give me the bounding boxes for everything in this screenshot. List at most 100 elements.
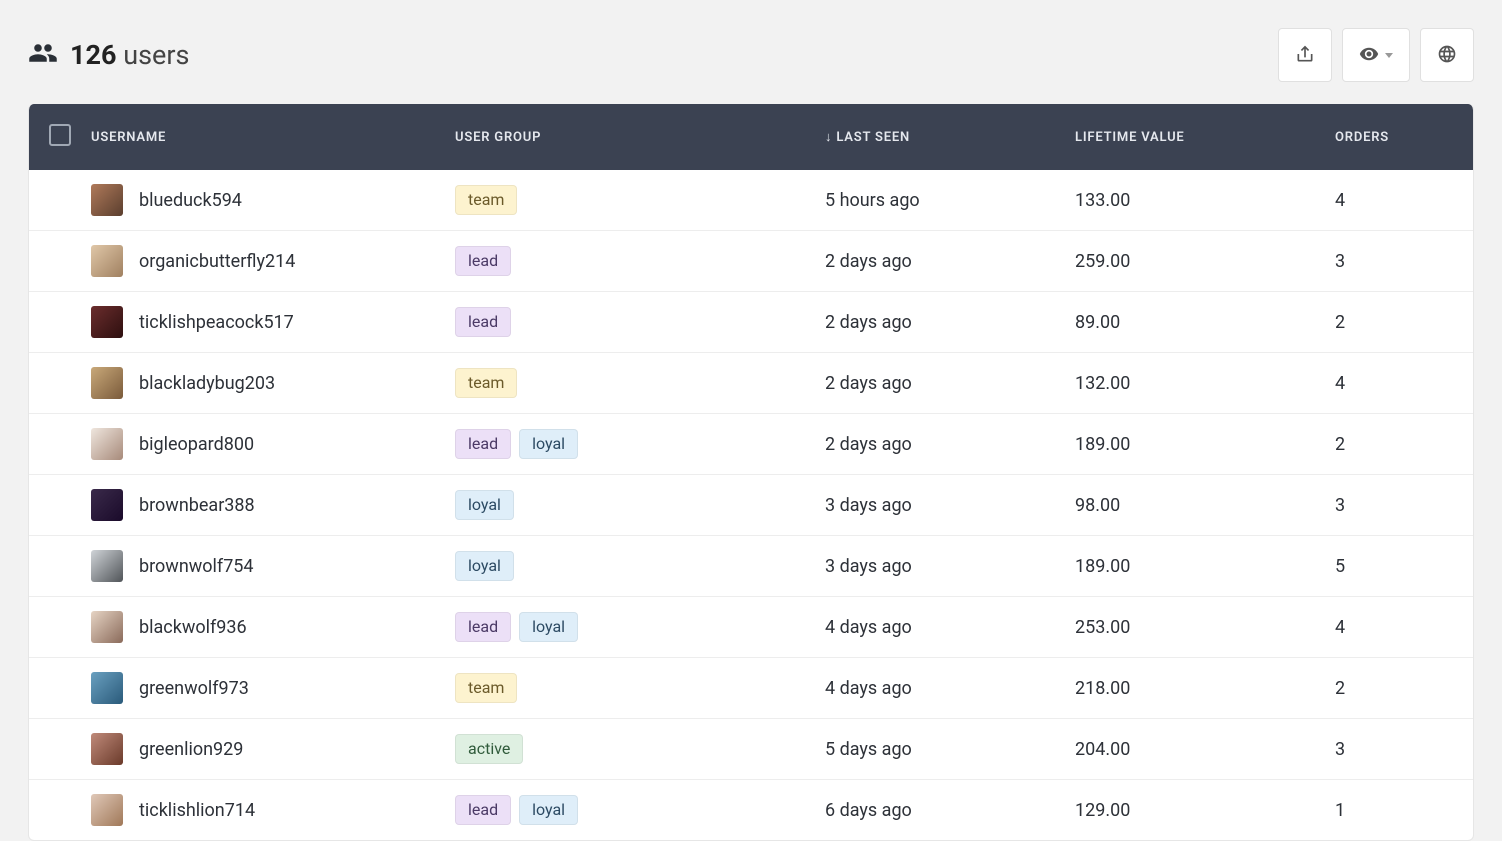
- user-group-cell: active: [441, 719, 811, 780]
- row-checkbox-cell: [29, 780, 91, 841]
- eye-icon: [1359, 44, 1379, 67]
- table-row[interactable]: ticklishlion714 lead loyal 6 days ago129.00…: [29, 780, 1473, 841]
- username-cell: ticklishlion714: [91, 780, 441, 841]
- username-text: blackladybug203: [139, 373, 275, 394]
- username-cell: brownwolf754: [91, 536, 441, 597]
- username-cell: blackladybug203: [91, 353, 441, 414]
- row-checkbox-cell: [29, 292, 91, 353]
- orders-cell: 2: [1321, 292, 1473, 353]
- avatar: [91, 489, 123, 521]
- username-text: ticklishpeacock517: [139, 312, 294, 333]
- username-text: blueduck594: [139, 190, 242, 211]
- username-cell: ticklishpeacock517: [91, 292, 441, 353]
- table-row[interactable]: blueduck594 team5 hours ago133.004: [29, 170, 1473, 231]
- users-table-container: USERNAME USER GROUP ↓LAST SEEN LIFETIME …: [28, 104, 1474, 841]
- lifetime-value-cell: 133.00: [1061, 170, 1321, 231]
- page-title-block: 126 users: [28, 38, 189, 72]
- table-row[interactable]: brownbear388loyal3 days ago98.003: [29, 475, 1473, 536]
- username-cell: greenwolf973: [91, 658, 441, 719]
- last-seen-cell: 4 days ago: [811, 597, 1061, 658]
- user-group-cell: lead: [441, 292, 811, 353]
- last-seen-cell: 3 days ago: [811, 475, 1061, 536]
- tag-lead: lead: [455, 307, 511, 336]
- tag-team: team: [455, 368, 517, 397]
- username-cell: brownbear388: [91, 475, 441, 536]
- orders-cell: 4: [1321, 170, 1473, 231]
- column-lifetime-value[interactable]: LIFETIME VALUE: [1061, 104, 1321, 170]
- row-checkbox-cell: [29, 475, 91, 536]
- user-group-cell: loyal: [441, 536, 811, 597]
- tag-loyal: loyal: [519, 795, 578, 824]
- username-text: greenlion929: [139, 739, 243, 760]
- table-row[interactable]: blackwolf936leadloyal4 days ago253.004: [29, 597, 1473, 658]
- lifetime-value-cell: 189.00: [1061, 536, 1321, 597]
- row-checkbox-cell: [29, 353, 91, 414]
- table-row[interactable]: greenwolf973team4 days ago218.002: [29, 658, 1473, 719]
- export-button[interactable]: [1278, 28, 1332, 82]
- column-username[interactable]: USERNAME: [91, 104, 441, 170]
- username-text: blackwolf936: [139, 617, 247, 638]
- column-username-label: USERNAME: [91, 130, 166, 145]
- table-row[interactable]: blackladybug203team2 days ago132.004: [29, 353, 1473, 414]
- column-orders[interactable]: ORDERS: [1321, 104, 1473, 170]
- last-seen-cell: 2 days ago: [811, 353, 1061, 414]
- user-group-cell: lead loyal: [441, 780, 811, 841]
- last-seen-cell: 2 days ago: [811, 414, 1061, 475]
- last-seen-cell: 6 days ago: [811, 780, 1061, 841]
- table-row[interactable]: ticklishpeacock517lead2 days ago89.002: [29, 292, 1473, 353]
- globe-button[interactable]: [1420, 28, 1474, 82]
- username-cell: bigleopard800: [91, 414, 441, 475]
- table-row[interactable]: greenlion929active5 days ago204.003: [29, 719, 1473, 780]
- orders-cell: 4: [1321, 353, 1473, 414]
- column-lifetime-value-label: LIFETIME VALUE: [1075, 130, 1185, 145]
- username-text: brownbear388: [139, 495, 255, 516]
- page-title: 126 users: [70, 39, 189, 71]
- tag-active: active: [455, 734, 523, 763]
- tag-loyal: loyal: [455, 490, 514, 519]
- row-checkbox-cell: [29, 231, 91, 292]
- column-last-seen[interactable]: ↓LAST SEEN: [811, 104, 1061, 170]
- user-group-cell: lead loyal: [441, 414, 811, 475]
- avatar: [91, 550, 123, 582]
- visibility-button[interactable]: [1342, 28, 1410, 82]
- export-icon: [1295, 44, 1315, 67]
- last-seen-cell: 5 hours ago: [811, 170, 1061, 231]
- column-user-group[interactable]: USER GROUP: [441, 104, 811, 170]
- username-cell: greenlion929: [91, 719, 441, 780]
- username-cell: blackwolf936: [91, 597, 441, 658]
- tag-loyal: loyal: [455, 551, 514, 580]
- page-header: 126 users: [28, 28, 1474, 82]
- lifetime-value-cell: 98.00: [1061, 475, 1321, 536]
- table-row[interactable]: brownwolf754loyal3 days ago189.005: [29, 536, 1473, 597]
- table-header-row: USERNAME USER GROUP ↓LAST SEEN LIFETIME …: [29, 104, 1473, 170]
- avatar: [91, 367, 123, 399]
- username-text: organicbutterfly214: [139, 251, 295, 272]
- orders-cell: 3: [1321, 719, 1473, 780]
- tag-lead: lead: [455, 612, 511, 641]
- tag-loyal: loyal: [519, 429, 578, 458]
- table-row[interactable]: bigleopard800leadloyal2 days ago189.002: [29, 414, 1473, 475]
- user-count-label: users: [123, 39, 189, 71]
- row-checkbox-cell: [29, 597, 91, 658]
- tag-loyal: loyal: [519, 612, 578, 641]
- orders-cell: 2: [1321, 414, 1473, 475]
- avatar: [91, 794, 123, 826]
- user-group-cell: lead: [441, 231, 811, 292]
- column-select-all[interactable]: [29, 104, 91, 170]
- avatar: [91, 733, 123, 765]
- column-orders-label: ORDERS: [1335, 130, 1389, 145]
- globe-icon: [1437, 44, 1457, 67]
- last-seen-cell: 5 days ago: [811, 719, 1061, 780]
- lifetime-value-cell: 129.00: [1061, 780, 1321, 841]
- avatar: [91, 428, 123, 460]
- tag-lead: lead: [455, 795, 511, 824]
- tag-lead: lead: [455, 429, 511, 458]
- orders-cell: 3: [1321, 231, 1473, 292]
- user-group-cell: team: [441, 170, 811, 231]
- last-seen-cell: 4 days ago: [811, 658, 1061, 719]
- select-all-checkbox[interactable]: [49, 124, 71, 146]
- users-icon: [28, 38, 58, 72]
- table-row[interactable]: organicbutterfly214lead2 days ago259.003: [29, 231, 1473, 292]
- avatar: [91, 245, 123, 277]
- tag-team: team: [455, 673, 517, 702]
